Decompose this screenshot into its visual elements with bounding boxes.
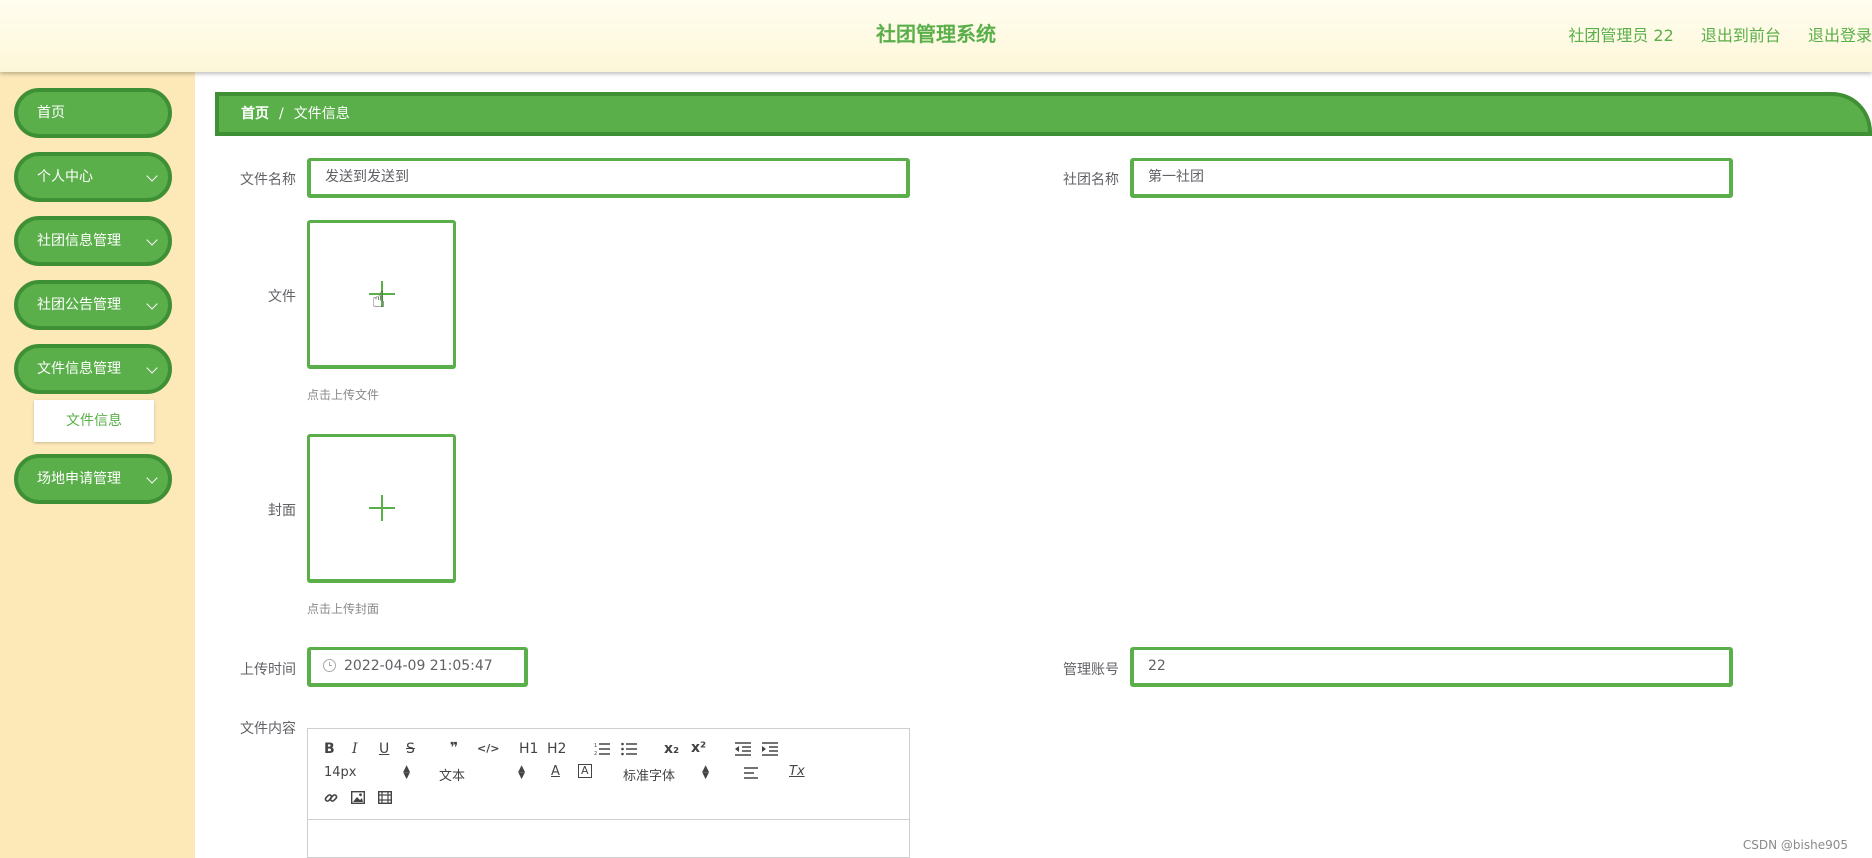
sidebar-item-label: 社团公告管理 [37, 297, 121, 313]
sidebar-subitem-file-info[interactable]: 文件信息 [34, 400, 154, 442]
file-name-label: 文件名称 [240, 172, 296, 188]
sidebar-item-personal-center[interactable]: 个人中心 [14, 152, 172, 202]
background-color-button[interactable]: A [578, 764, 592, 778]
underline-button[interactable]: U [379, 741, 389, 757]
outdent-icon[interactable] [735, 742, 751, 756]
bullet-list-icon[interactable] [621, 742, 637, 756]
clear-format-button[interactable]: Tx [789, 764, 805, 779]
code-icon[interactable]: </> [477, 742, 499, 755]
superscript-button[interactable]: x² [691, 740, 706, 756]
clock-icon [323, 658, 336, 672]
format-value: 文本 [439, 769, 466, 784]
logout-link[interactable]: 退出登录 [1808, 26, 1872, 45]
sidebar-item-label: 社团信息管理 [37, 233, 121, 249]
plus-icon [368, 495, 395, 521]
file-name-input[interactable]: 发送到发送到 [307, 158, 910, 198]
cover-upload-hint: 点击上传封面 [307, 602, 380, 616]
breadcrumb: 首页 / 文件信息 [215, 92, 1872, 136]
video-icon[interactable] [378, 791, 392, 804]
select-arrows-icon: ▲ ▼ [403, 764, 410, 781]
svg-text:2: 2 [594, 751, 597, 756]
upload-time-label: 上传时间 [240, 662, 296, 678]
file-upload-hint: 点击上传文件 [307, 388, 380, 402]
hand-cursor-icon: ☝ [372, 288, 386, 313]
indent-icon[interactable] [762, 742, 778, 756]
blockquote-icon[interactable]: ❞ [450, 740, 458, 756]
font-family-select[interactable]: 标准字体 ▲ ▼ [623, 764, 709, 785]
sidebar-item-venue-application[interactable]: 场地申请管理 [14, 454, 172, 504]
editor-toolbar: B I U S ❞ </> H1 H2 1 2 x₂ x² 14px ▲ ▼ 文… [308, 729, 909, 820]
align-icon[interactable] [744, 767, 758, 779]
sidebar-item-file-info[interactable]: 文件信息管理 [14, 344, 172, 394]
account-input[interactable]: 22 [1130, 647, 1733, 687]
font-size-value: 14px [324, 765, 357, 780]
format-select[interactable]: 文本 ▲ ▼ [439, 764, 525, 785]
strike-button[interactable]: S [406, 741, 415, 757]
subscript-button[interactable]: x₂ [664, 741, 679, 757]
rich-text-editor[interactable]: B I U S ❞ </> H1 H2 1 2 x₂ x² 14px ▲ ▼ 文… [307, 728, 910, 858]
breadcrumb-current: 文件信息 [293, 106, 350, 122]
chevron-down-icon [146, 298, 158, 310]
svg-text:1: 1 [594, 743, 597, 749]
sidebar-item-club-notice[interactable]: 社团公告管理 [14, 280, 172, 330]
sidebar-item-label: 首页 [37, 105, 65, 121]
editor-content-area[interactable] [308, 820, 909, 857]
chevron-down-icon [146, 362, 158, 374]
header-actions: 社团管理员 22 退出到前台 退出登录 [1546, 22, 1872, 46]
content-label: 文件内容 [240, 721, 296, 737]
h2-button[interactable]: H2 [547, 741, 566, 757]
sidebar-item-label: 个人中心 [37, 169, 93, 185]
select-arrows-icon: ▲ ▼ [702, 764, 709, 781]
text-color-button[interactable]: A [551, 764, 560, 779]
sidebar-item-label: 场地申请管理 [37, 471, 121, 487]
back-to-front-link[interactable]: 退出到前台 [1701, 26, 1781, 45]
cover-upload-box[interactable] [307, 434, 456, 583]
link-icon[interactable] [324, 791, 338, 805]
font-size-select[interactable]: 14px ▲ ▼ [324, 765, 410, 781]
club-name-input[interactable]: 第一社团 [1130, 158, 1733, 198]
ordered-list-icon[interactable]: 1 2 [594, 742, 610, 756]
breadcrumb-home[interactable]: 首页 [241, 106, 269, 122]
chevron-down-icon [146, 170, 158, 182]
club-name-label: 社团名称 [1063, 172, 1119, 188]
chevron-down-icon [146, 234, 158, 246]
watermark: CSDN @bishe905 [1742, 838, 1848, 852]
sidebar-item-home[interactable]: 首页 [14, 88, 172, 138]
account-label: 管理账号 [1063, 662, 1119, 678]
h1-button[interactable]: H1 [519, 741, 538, 757]
chevron-down-icon [146, 472, 158, 484]
upload-time-picker[interactable]: 2022-04-09 21:05:47 [307, 647, 528, 687]
select-arrows-icon: ▲ ▼ [518, 764, 525, 781]
image-icon[interactable] [351, 791, 365, 804]
italic-button[interactable]: I [352, 741, 358, 757]
bold-button[interactable]: B [324, 741, 335, 757]
current-user: 社团管理员 22 [1568, 26, 1674, 45]
sidebar-item-label: 文件信息管理 [37, 361, 121, 377]
sidebar-item-club-info[interactable]: 社团信息管理 [14, 216, 172, 266]
font-family-value: 标准字体 [623, 769, 676, 784]
file-label: 文件 [268, 289, 296, 305]
upload-time-value: 2022-04-09 21:05:47 [344, 658, 493, 674]
cover-label: 封面 [268, 503, 296, 519]
breadcrumb-separator: / [279, 106, 284, 122]
top-header: 社团管理系统 社团管理员 22 退出到前台 退出登录 [0, 0, 1872, 72]
